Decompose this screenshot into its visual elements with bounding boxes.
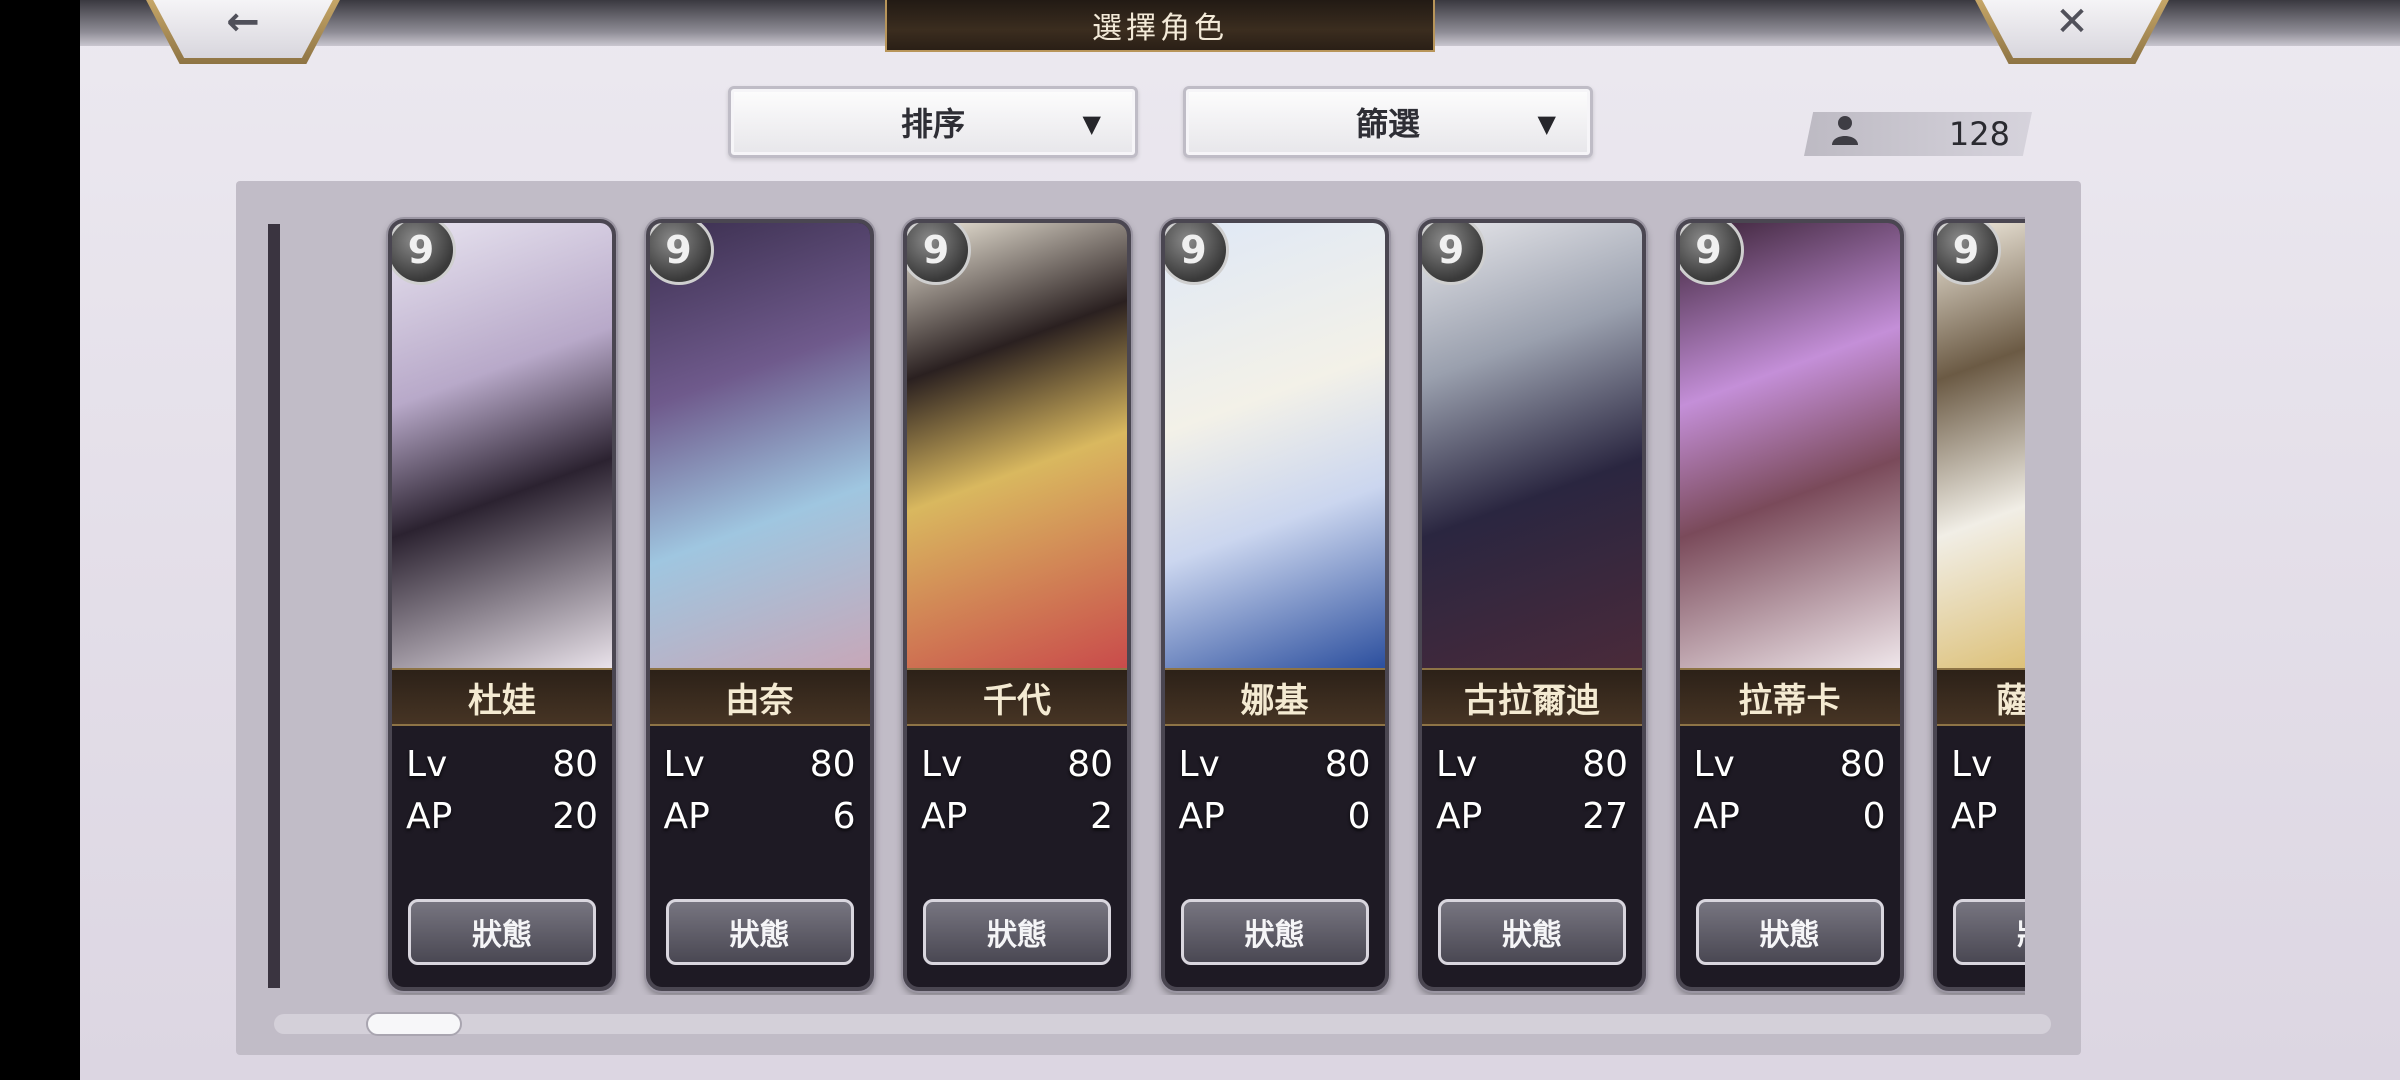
ap-label: AP: [663, 795, 710, 837]
level-value: 80: [552, 743, 598, 785]
chevron-down-icon: ▼: [1537, 109, 1556, 138]
character-name: 古拉爾迪: [1422, 668, 1642, 726]
level-label: Lv: [921, 743, 963, 785]
status-button[interactable]: 狀態: [1180, 899, 1369, 965]
horizontal-scrollbar[interactable]: [274, 1014, 2051, 1034]
ap-value: 2: [1090, 795, 1113, 837]
character-card[interactable]: 9 杜娃 Lv 80 AP 20 狀態: [388, 219, 616, 991]
level-value: 80: [1324, 743, 1371, 785]
character-stats: Lv80 AP3: [1937, 726, 2025, 876]
character-name: 薩潔塔: [1937, 668, 2025, 726]
character-name: 由奈: [649, 668, 870, 726]
character-stats: Lv 80 AP 20: [392, 726, 612, 876]
character-card-list[interactable]: 9 杜娃 Lv 80 AP 20 狀態 9 由奈 Lv 80 AP 6 狀態 9 千代 …: [270, 205, 2025, 995]
level-value: 80: [1582, 743, 1628, 785]
character-card[interactable]: 9 薩潔塔 Lv80 AP3 狀態: [1933, 219, 2025, 991]
character-name: 千代: [907, 668, 1127, 726]
ap-label: AP: [1178, 795, 1225, 837]
person-icon: [1832, 115, 1858, 153]
level-label: Lv: [663, 743, 705, 785]
level-value: 80: [1839, 743, 1886, 785]
status-button[interactable]: 狀態: [665, 899, 854, 965]
level-label: Lv: [1951, 743, 1993, 785]
character-stats: Lv 80 AP 0: [1680, 726, 1900, 876]
status-button[interactable]: 狀態: [923, 899, 1111, 965]
character-portrait: [392, 223, 612, 668]
character-portrait: [1937, 223, 2025, 668]
character-portrait: [649, 223, 870, 668]
ap-label: AP: [1951, 795, 1998, 837]
ap-label: AP: [406, 795, 453, 837]
status-button[interactable]: 狀態: [1438, 899, 1626, 965]
character-card[interactable]: 9 娜基 Lv 80 AP 0 狀態: [1160, 219, 1389, 991]
ap-label: AP: [1436, 795, 1483, 837]
status-button[interactable]: 狀態: [408, 899, 596, 965]
character-name: 娜基: [1164, 668, 1385, 726]
ap-value: 20: [552, 795, 598, 837]
level-label: Lv: [1693, 743, 1735, 785]
level-label: Lv: [1436, 743, 1478, 785]
character-card[interactable]: 9 由奈 Lv 80 AP 6 狀態: [645, 219, 874, 991]
lock-icon[interactable]: 9: [1679, 223, 1744, 285]
level-value: 80: [1067, 743, 1113, 785]
sort-dropdown[interactable]: 排序 ▼: [728, 86, 1138, 158]
status-button[interactable]: 狀態: [1953, 899, 2025, 965]
character-stats: Lv 80 AP 27: [1422, 726, 1642, 876]
ap-value: 27: [1582, 795, 1628, 837]
back-arrow-icon: ←: [226, 0, 260, 45]
owned-count: 128: [1948, 115, 2010, 153]
scrollbar-thumb[interactable]: [366, 1012, 462, 1036]
ap-label: AP: [921, 795, 968, 837]
character-stats: Lv 80 AP 0: [1165, 726, 1385, 876]
filter-label: 篩選: [1355, 105, 1420, 143]
character-portrait: [1422, 223, 1642, 668]
owned-count-badge: 128: [1804, 112, 2032, 156]
character-stats: Lv 80 AP 6: [650, 726, 870, 876]
character-card[interactable]: 9 千代 Lv 80 AP 2 狀態: [903, 219, 1131, 991]
filter-dropdown[interactable]: 篩選 ▼: [1183, 86, 1593, 158]
lock-icon[interactable]: 9: [1164, 223, 1229, 285]
character-portrait: [1679, 223, 1900, 668]
character-name: 杜娃: [392, 668, 612, 726]
page-title: 選擇角色: [885, 0, 1435, 52]
ap-label: AP: [1693, 795, 1740, 837]
character-portrait: [907, 223, 1127, 668]
sort-label: 排序: [900, 105, 965, 143]
ap-value: 0: [1862, 795, 1886, 837]
close-icon: ✕: [2055, 0, 2089, 45]
level-value: 80: [809, 743, 856, 785]
ap-value: 6: [832, 795, 856, 837]
character-card[interactable]: 9 古拉爾迪 Lv 80 AP 27 狀態: [1418, 219, 1646, 991]
character-name: 拉蒂卡: [1679, 668, 1900, 726]
status-button[interactable]: 狀態: [1695, 899, 1884, 965]
ap-value: 0: [1347, 795, 1371, 837]
character-stats: Lv 80 AP 2: [907, 726, 1127, 876]
level-label: Lv: [1178, 743, 1220, 785]
lock-icon[interactable]: 9: [649, 223, 714, 285]
chevron-down-icon: ▼: [1082, 109, 1101, 138]
character-card[interactable]: 9 拉蒂卡 Lv 80 AP 0 狀態: [1675, 219, 1904, 991]
character-portrait: [1164, 223, 1385, 668]
level-label: Lv: [406, 743, 448, 785]
